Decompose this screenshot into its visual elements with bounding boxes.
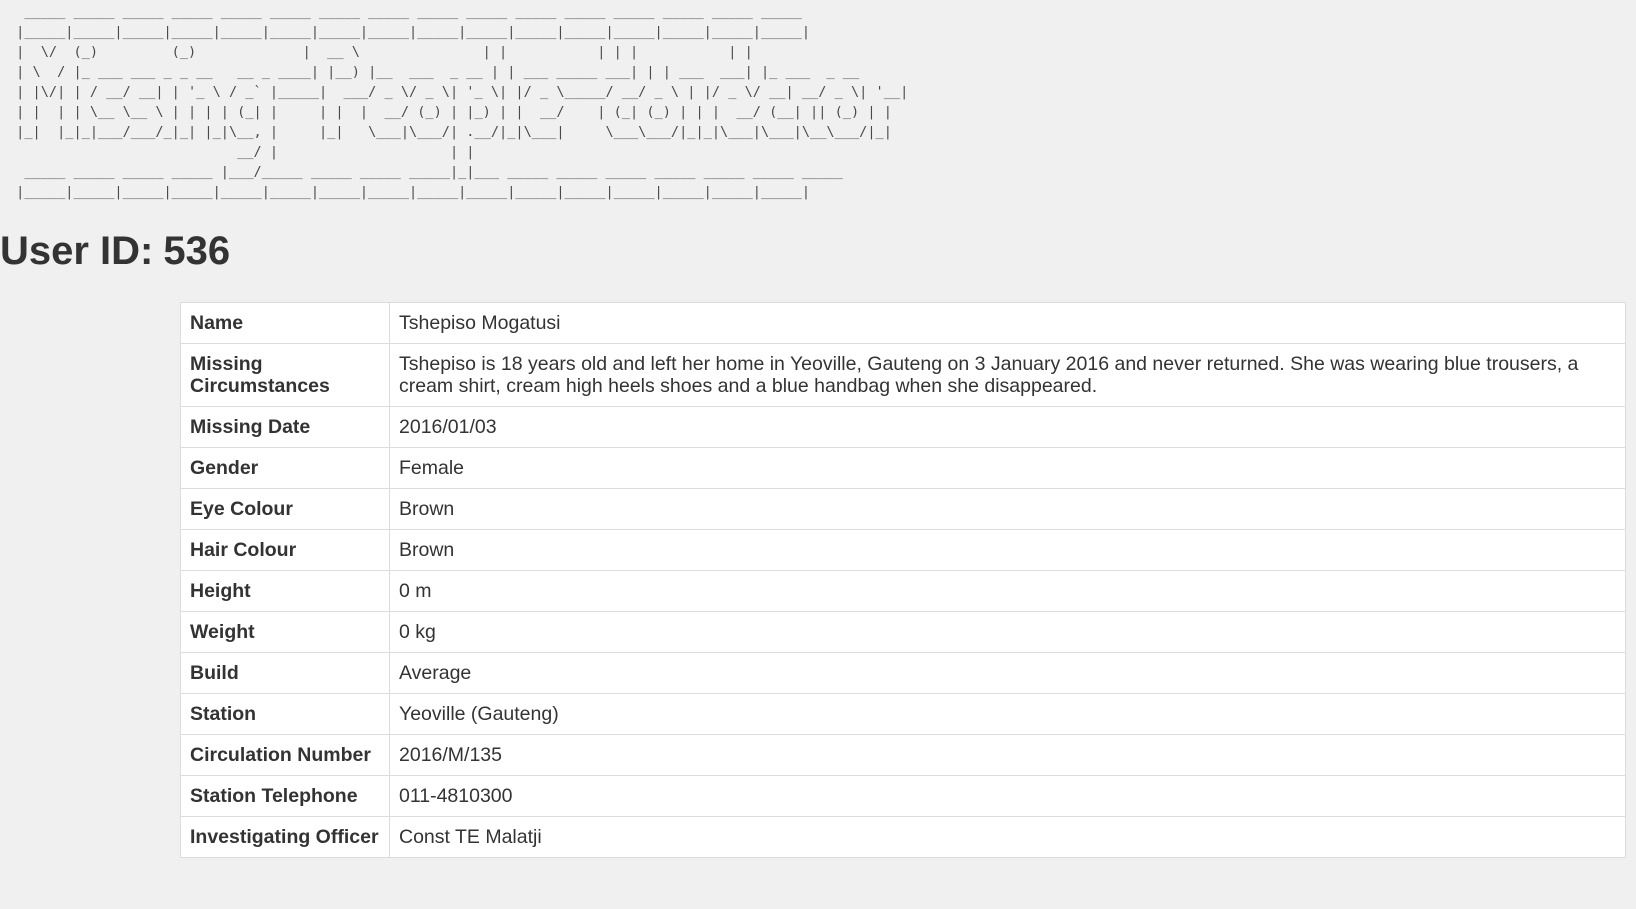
row-label: Circulation Number bbox=[180, 734, 390, 776]
user-id-label: User ID: bbox=[0, 229, 154, 273]
table-row-weight: Weight 0 kg bbox=[180, 611, 1626, 653]
row-value: 0 m bbox=[389, 570, 1626, 612]
table-row-gender: Gender Female bbox=[180, 447, 1626, 489]
row-value: Yeoville (Gauteng) bbox=[389, 693, 1626, 735]
row-label: Height bbox=[180, 570, 390, 612]
page-title: User ID: 536 bbox=[0, 226, 230, 276]
row-label: Missing Date bbox=[180, 406, 390, 448]
row-label: Build bbox=[180, 652, 390, 694]
table-row-name: Name Tshepiso Mogatusi bbox=[180, 302, 1626, 344]
page: _____ _____ _____ _____ _____ _____ ____… bbox=[0, 0, 1636, 909]
row-value: Tshepiso is 18 years old and left her ho… bbox=[389, 343, 1626, 407]
table-row-hair-colour: Hair Colour Brown bbox=[180, 529, 1626, 571]
table-row-investigating-officer: Investigating Officer Const TE Malatji bbox=[180, 816, 1626, 858]
row-value: Female bbox=[389, 447, 1626, 489]
row-label: Investigating Officer bbox=[180, 816, 390, 858]
row-label: Missing Circumstances bbox=[180, 343, 390, 407]
table-row-circulation-number: Circulation Number 2016/M/135 bbox=[180, 734, 1626, 776]
row-label: Gender bbox=[180, 447, 390, 489]
row-value: Brown bbox=[389, 529, 1626, 571]
table-row-station-telephone: Station Telephone 011-4810300 bbox=[180, 775, 1626, 817]
user-id-value: 536 bbox=[163, 229, 231, 273]
row-label: Weight bbox=[180, 611, 390, 653]
row-value: 2016/M/135 bbox=[389, 734, 1626, 776]
row-label: Hair Colour bbox=[180, 529, 390, 571]
table-row-build: Build Average bbox=[180, 652, 1626, 694]
table-row-station: Station Yeoville (Gauteng) bbox=[180, 693, 1626, 735]
table-row-eye-colour: Eye Colour Brown bbox=[180, 488, 1626, 530]
table-row-missing-date: Missing Date 2016/01/03 bbox=[180, 406, 1626, 448]
table-row-missing-circumstances: Missing Circumstances Tshepiso is 18 yea… bbox=[180, 343, 1626, 407]
row-value: Tshepiso Mogatusi bbox=[389, 302, 1626, 344]
details-table: Name Tshepiso Mogatusi Missing Circumsta… bbox=[180, 302, 1626, 858]
row-value: Average bbox=[389, 652, 1626, 694]
row-value: Brown bbox=[389, 488, 1626, 530]
row-label: Name bbox=[180, 302, 390, 344]
ascii-art-banner: _____ _____ _____ _____ _____ _____ ____… bbox=[16, 4, 909, 200]
row-label: Station bbox=[180, 693, 390, 735]
row-label: Eye Colour bbox=[180, 488, 390, 530]
row-label: Station Telephone bbox=[180, 775, 390, 817]
row-value: 011-4810300 bbox=[389, 775, 1626, 817]
row-value: 0 kg bbox=[389, 611, 1626, 653]
table-row-height: Height 0 m bbox=[180, 570, 1626, 612]
row-value: 2016/01/03 bbox=[389, 406, 1626, 448]
row-value: Const TE Malatji bbox=[389, 816, 1626, 858]
